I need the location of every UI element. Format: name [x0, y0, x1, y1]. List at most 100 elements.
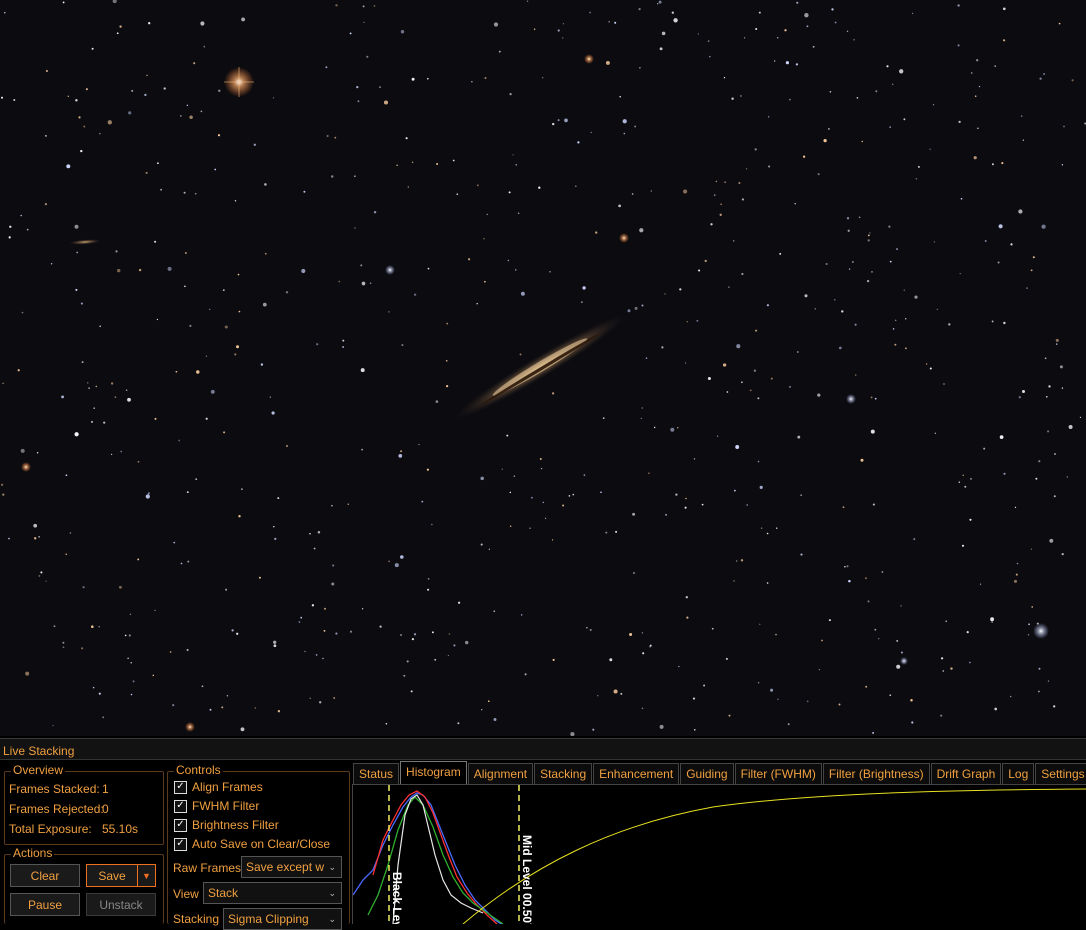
star [85, 88, 88, 91]
star [853, 38, 855, 41]
star [777, 37, 779, 39]
star [253, 143, 256, 146]
star [138, 268, 142, 272]
star [648, 472, 650, 474]
fwhm-filter-checkbox[interactable]: ✓ FWHM Filter [174, 799, 259, 813]
star [888, 225, 891, 228]
raw-frames-select[interactable]: Save except w ⌄ [241, 856, 342, 878]
star [950, 667, 953, 670]
star [509, 525, 512, 528]
tab-log[interactable]: Log [1002, 763, 1035, 784]
star [979, 583, 982, 585]
star [231, 629, 234, 632]
star [67, 95, 70, 98]
star [800, 494, 803, 497]
star [447, 654, 450, 657]
tab-filter-fwhm[interactable]: Filter (FWHM) [734, 763, 822, 784]
star [854, 374, 857, 376]
star [757, 681, 760, 684]
star [205, 355, 208, 357]
star [488, 548, 491, 550]
star [480, 476, 484, 481]
star [933, 241, 936, 243]
histogram-view[interactable]: Black Level Mid Level 00.507 [352, 784, 1086, 924]
star [671, 11, 674, 14]
tab-stacking[interactable]: Stacking [534, 763, 593, 784]
star [659, 724, 664, 729]
star [661, 346, 664, 349]
star [860, 458, 864, 462]
star [98, 625, 100, 628]
star [802, 155, 806, 158]
star [806, 700, 809, 703]
star [874, 397, 877, 400]
save-dropdown-button[interactable]: ▼ [137, 864, 156, 887]
star [1038, 460, 1041, 463]
star [240, 727, 245, 732]
star [825, 262, 828, 266]
star [277, 710, 281, 713]
star [25, 671, 30, 676]
star [80, 302, 83, 305]
star [589, 11, 591, 14]
star [1043, 73, 1045, 75]
star [323, 630, 326, 632]
auto-save-checkbox[interactable]: ✓ Auto Save on Clear/Close [174, 837, 330, 851]
clear-button[interactable]: Clear [10, 864, 80, 887]
star [795, 63, 799, 66]
star [838, 703, 841, 706]
star [755, 329, 758, 332]
star [323, 607, 327, 610]
star [1068, 424, 1073, 430]
star [400, 634, 402, 636]
star [1041, 224, 1046, 229]
star [865, 685, 868, 688]
star [301, 268, 306, 274]
star [194, 192, 197, 195]
star [508, 191, 511, 194]
stacked-image-viewer[interactable] [0, 0, 1086, 736]
star [867, 234, 870, 237]
tab-settings[interactable]: Settings [1035, 763, 1086, 784]
align-frames-checkbox[interactable]: ✓ Align Frames [174, 780, 263, 794]
star [515, 164, 517, 166]
star [369, 282, 372, 285]
star [144, 93, 147, 97]
star [1063, 125, 1065, 128]
star [823, 138, 827, 143]
star [735, 560, 738, 562]
star [92, 686, 95, 689]
save-button[interactable]: Save [86, 864, 138, 887]
star [501, 468, 503, 470]
star [20, 214, 22, 217]
star [812, 45, 815, 48]
star [396, 164, 398, 166]
checkmark-icon: ✓ [174, 837, 187, 851]
star [269, 396, 271, 398]
star [736, 344, 741, 349]
star [1045, 395, 1048, 398]
tab-status[interactable]: Status [353, 763, 400, 784]
brightness-filter-checkbox[interactable]: ✓ Brightness Filter [174, 818, 279, 832]
star [540, 467, 543, 470]
star [311, 604, 315, 607]
tab-histogram[interactable]: Histogram [400, 761, 467, 784]
star [224, 325, 228, 329]
tab-filter-brightness[interactable]: Filter (Brightness) [822, 763, 930, 784]
stacking-select[interactable]: Sigma Clipping ⌄ [223, 908, 342, 930]
star [889, 694, 892, 697]
tab-guiding[interactable]: Guiding [680, 763, 734, 784]
star [448, 633, 451, 635]
star [1018, 396, 1021, 399]
tab-drift-graph[interactable]: Drift Graph [930, 763, 1002, 784]
unstack-button[interactable]: Unstack [86, 893, 156, 916]
star [388, 311, 390, 313]
star [309, 697, 311, 699]
pause-button[interactable]: Pause [10, 893, 80, 916]
tab-enhancement[interactable]: Enhancement [593, 763, 680, 784]
view-select[interactable]: Stack ⌄ [203, 882, 342, 904]
star [195, 478, 198, 481]
chevron-down-icon: ⌄ [328, 913, 336, 924]
stretch-curve [462, 788, 1086, 924]
tab-alignment[interactable]: Alignment [467, 763, 534, 784]
